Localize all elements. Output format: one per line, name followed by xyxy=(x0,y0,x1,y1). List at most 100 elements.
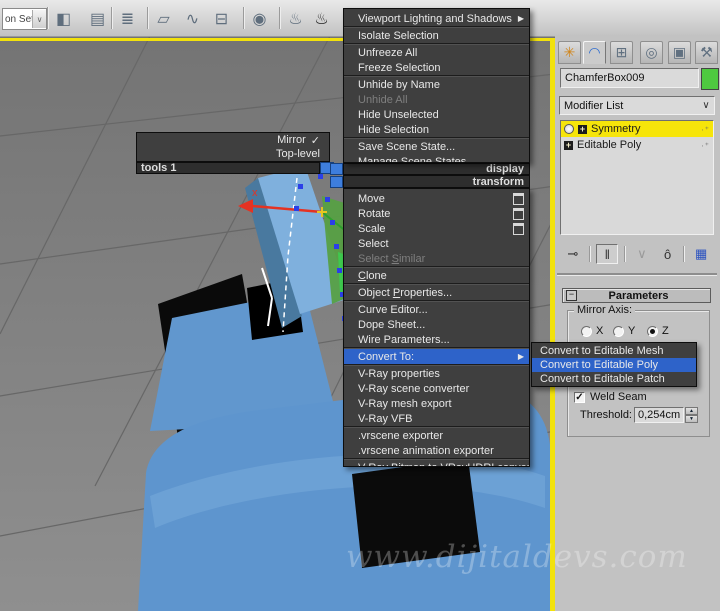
spinner-up-icon[interactable]: ▲ xyxy=(685,407,698,415)
menu-item-unfreeze-all[interactable]: Unfreeze All xyxy=(344,45,529,60)
schematic-view-icon[interactable]: ⊟ xyxy=(208,5,235,33)
axis-radio-x[interactable]: X xyxy=(581,325,603,337)
menu-item-isolate-selection[interactable]: Isolate Selection xyxy=(344,28,529,43)
expand-icon[interactable]: + xyxy=(564,140,573,150)
expand-icon[interactable]: + xyxy=(578,124,587,134)
modifier-editable-poly[interactable]: + Editable Poly ∙⁺ xyxy=(561,137,713,153)
settings-box-icon[interactable] xyxy=(513,207,524,220)
menu-item-vrscene-exporter[interactable]: .vrscene exporter xyxy=(344,428,529,443)
tab-display[interactable]: ▣ xyxy=(668,41,691,64)
menu-item-convert-to-editable-mesh[interactable]: Convert to Editable Mesh xyxy=(532,344,696,358)
menu-item-freeze-selection[interactable]: Freeze Selection xyxy=(344,60,529,75)
menu-item-wire-parameters[interactable]: Wire Parameters... xyxy=(344,332,529,347)
lightbulb-icon[interactable] xyxy=(564,124,574,134)
quad-header-display[interactable]: display xyxy=(343,163,530,175)
layer-manager-icon[interactable]: ≣ xyxy=(114,5,141,33)
menu-item-v-ray-bitmap-to-vrayhdri-converter[interactable]: V-Ray Bitmap to VRayHDRI converter xyxy=(344,460,529,467)
quad-square-display[interactable] xyxy=(330,163,343,175)
menu-item-select[interactable]: Select xyxy=(344,236,529,251)
menu-item-convert-to-editable-poly[interactable]: Convert to Editable Poly xyxy=(532,357,696,372)
tab-create[interactable]: ✳ xyxy=(558,41,581,64)
menu-item-v-ray-scene-converter[interactable]: V-Ray scene converter xyxy=(344,381,529,396)
menu-item-top-level[interactable]: Top-level xyxy=(137,147,329,161)
menu-item-label: Top-level xyxy=(275,148,320,160)
object-color-swatch[interactable] xyxy=(701,68,719,90)
menu-item-label: Freeze Selection xyxy=(358,61,441,74)
menu-item-dope-sheet[interactable]: Dope Sheet... xyxy=(344,317,529,332)
menu-item-label: Select Similar xyxy=(358,252,426,265)
make-unique-icon[interactable]: ∨ xyxy=(632,245,652,263)
modifier-list-dropdown[interactable]: Modifier List ∨ xyxy=(559,96,715,115)
tools-header-label: tools 1 xyxy=(141,162,177,174)
align-icon[interactable]: ▤ xyxy=(84,5,111,33)
menu-item-mirror[interactable]: Mirror ✓ xyxy=(137,133,329,147)
graphite-ribbon-icon[interactable]: ▱ xyxy=(150,5,177,33)
menu-item-label: Convert To: xyxy=(358,350,415,363)
menu-item-unhide-all[interactable]: Unhide All xyxy=(344,92,529,107)
quad-header-tools[interactable]: tools 1 xyxy=(136,162,320,174)
menu-item-label: Convert to Editable Poly xyxy=(540,358,659,371)
object-name-field[interactable] xyxy=(560,68,699,88)
material-editor-icon[interactable]: ◉ xyxy=(246,5,273,33)
3dsmax-window: x ✳◠⊞ ◎▣⚒ Modifier List ∨ + Symmetry ∙⁺ + Edi… xyxy=(0,0,720,611)
modifier-stack: + Symmetry ∙⁺ + Editable Poly ∙⁺ xyxy=(560,120,714,235)
display-quadrant-menu: Viewport Lighting and Shadows ▶ Isolate Se… xyxy=(343,8,530,163)
quad-square-transform[interactable] xyxy=(330,176,343,188)
menu-item-label: Unhide All xyxy=(358,93,408,106)
axis-radio-y[interactable]: Y xyxy=(613,325,635,337)
tab-hierarchy[interactable]: ⊞ xyxy=(610,41,633,64)
menu-item-rotate[interactable]: Rotate xyxy=(344,206,529,221)
menu-item-curve-editor[interactable]: Curve Editor... xyxy=(344,302,529,317)
tab-utilities[interactable]: ⚒ xyxy=(695,41,718,64)
menu-item-object-properties[interactable]: Object Properties... xyxy=(344,285,529,300)
weld-seam-checkbox[interactable]: ✓ xyxy=(574,391,585,403)
modifier-list-label: Modifier List xyxy=(564,99,624,112)
menu-item-v-ray-mesh-export[interactable]: V-Ray mesh export xyxy=(344,396,529,411)
menu-item-vrscene-animation-exporter[interactable]: .vrscene animation exporter xyxy=(344,443,529,458)
menu-item-label: Convert to Editable Mesh xyxy=(540,344,664,357)
quad-left-items: Mirror ✓ Top-level xyxy=(136,132,330,162)
menu-item-v-ray-properties[interactable]: V-Ray properties xyxy=(344,366,529,381)
threshold-field[interactable] xyxy=(634,407,684,423)
radio-circle[interactable] xyxy=(613,325,624,337)
menu-item-viewport-lighting-and-shadows[interactable]: Viewport Lighting and Shadows ▶ xyxy=(344,11,529,26)
show-end-result-icon[interactable]: ‖ xyxy=(596,244,619,264)
radio-circle[interactable] xyxy=(647,325,658,337)
menu-item-label: Move xyxy=(358,192,385,205)
remove-modifier-icon[interactable]: ô xyxy=(658,245,678,263)
parameters-rollout-header[interactable]: − Parameters xyxy=(562,288,711,303)
menu-item-hide-unselected[interactable]: Hide Unselected xyxy=(344,107,529,122)
submenu-arrow-icon: ▶ xyxy=(517,352,524,361)
menu-item-clone[interactable]: Clone xyxy=(344,268,529,283)
menu-item-v-ray-vfb[interactable]: V-Ray VFB xyxy=(344,411,529,426)
configure-modifier-sets-icon[interactable]: ▦ xyxy=(691,245,711,263)
menu-item-manage-scene-states[interactable]: Manage Scene States... xyxy=(344,154,529,163)
named-selection-set-dropdown[interactable]: on Set ∨ xyxy=(2,8,47,30)
settings-box-icon[interactable] xyxy=(513,222,524,235)
menu-item-move[interactable]: Move xyxy=(344,191,529,206)
curve-editor-icon[interactable]: ∿ xyxy=(179,5,206,33)
menu-item-scale[interactable]: Scale xyxy=(344,221,529,236)
menu-item-convert-to-editable-patch[interactable]: Convert to Editable Patch xyxy=(532,372,696,386)
tab-motion[interactable]: ◎ xyxy=(640,41,663,64)
threshold-spinner[interactable]: ▲ ▼ xyxy=(685,407,698,423)
mirror-icon[interactable]: ◧ xyxy=(50,5,77,33)
radio-circle[interactable] xyxy=(581,325,592,337)
menu-item-hide-selection[interactable]: Hide Selection xyxy=(344,122,529,137)
menu-item-label: Unhide by Name xyxy=(358,78,440,91)
menu-item-convert-to[interactable]: Convert To: ▶ xyxy=(344,349,529,364)
render-setup-icon[interactable]: ♨ xyxy=(282,5,309,33)
spinner-down-icon[interactable]: ▼ xyxy=(685,415,698,423)
render-production-icon[interactable]: ♨ xyxy=(308,5,335,33)
axis-radio-z[interactable]: Z xyxy=(647,325,669,337)
settings-box-icon[interactable] xyxy=(513,192,524,205)
menu-item-unhide-by-name[interactable]: Unhide by Name xyxy=(344,77,529,92)
modifier-symmetry[interactable]: + Symmetry ∙⁺ xyxy=(561,121,713,137)
pin-stack-icon[interactable]: ⊸ xyxy=(563,245,583,263)
menu-item-select-similar[interactable]: Select Similar xyxy=(344,251,529,266)
toolbar-separator xyxy=(683,246,686,262)
menu-item-label: .vrscene exporter xyxy=(358,429,443,442)
quad-header-transform[interactable]: transform xyxy=(343,175,530,188)
menu-item-save-scene-state[interactable]: Save Scene State... xyxy=(344,139,529,154)
tab-modify[interactable]: ◠ xyxy=(583,41,606,64)
